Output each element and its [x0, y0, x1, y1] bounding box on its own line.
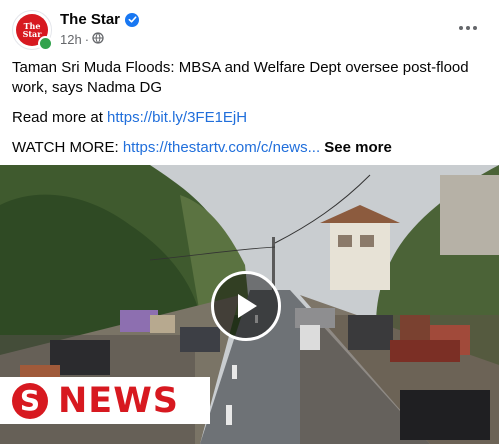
read-more-line: Read more at https://bit.ly/3FE1EjH	[12, 108, 487, 128]
watch-more-label: WATCH MORE:	[12, 139, 123, 156]
watch-more-link[interactable]: https://thestartv.com/c/news...	[123, 139, 320, 156]
post-body: Taman Sri Muda Floods: MBSA and Welfare …	[12, 58, 487, 158]
read-more-link[interactable]: https://bit.ly/3FE1EjH	[107, 109, 247, 126]
verified-badge-icon	[125, 12, 140, 27]
post-headline: Taman Sri Muda Floods: MBSA and Welfare …	[12, 59, 469, 96]
post-header: The Star The Star 12h ·	[12, 10, 487, 54]
read-more-label: Read more at	[12, 109, 108, 126]
page-avatar[interactable]: The Star	[12, 10, 53, 51]
logo-s-icon: S	[12, 382, 48, 419]
post-meta: 12h ·	[60, 32, 104, 47]
post-timestamp[interactable]: 12h	[60, 32, 82, 47]
star-news-logo: S NEWS	[0, 377, 210, 424]
more-options-icon[interactable]	[455, 18, 481, 38]
online-status-icon	[38, 36, 53, 51]
see-more-button[interactable]: See more	[324, 139, 392, 156]
logo-news-text: NEWS	[58, 380, 180, 421]
meta-separator: ·	[84, 32, 90, 47]
page-name-label[interactable]: The Star	[60, 11, 120, 28]
facebook-post-card: The Star The Star 12h · Taman Sri Muda F…	[0, 0, 499, 444]
page-name[interactable]: The Star	[60, 11, 140, 28]
globe-icon[interactable]	[92, 32, 104, 47]
play-icon[interactable]	[211, 271, 281, 341]
watch-more-line: WATCH MORE: https://thestartv.com/c/news…	[12, 138, 487, 158]
